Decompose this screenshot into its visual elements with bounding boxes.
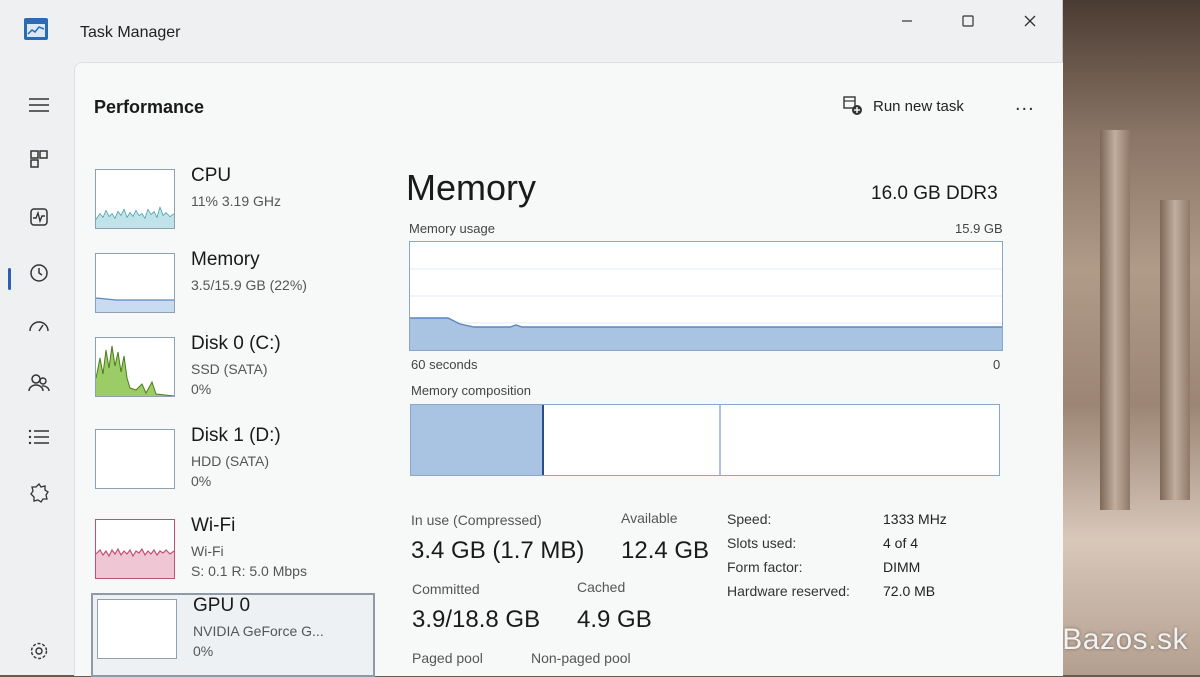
perf-item-wifi[interactable]: Wi-Fi Wi-Fi S: 0.1 R: 5.0 Mbps bbox=[91, 515, 371, 589]
navigation-rail bbox=[0, 62, 74, 675]
task-manager-app-icon bbox=[24, 18, 48, 40]
services-icon[interactable] bbox=[26, 480, 52, 506]
memory-usage-graph bbox=[409, 241, 1003, 351]
perf-item-wifi-name: Wi-Fi bbox=[191, 515, 236, 536]
close-button[interactable] bbox=[1018, 10, 1042, 32]
perf-item-disk1-name: Disk 1 (D:) bbox=[191, 425, 281, 446]
memory-usage-max: 15.9 GB bbox=[955, 221, 1003, 236]
perf-item-wifi-throughput: S: 0.1 R: 5.0 Mbps bbox=[191, 563, 307, 579]
time-axis-left: 60 seconds bbox=[411, 357, 478, 372]
spec-key-hardware-reserved: Hardware reserved: bbox=[727, 583, 850, 599]
minimize-button[interactable] bbox=[895, 10, 919, 32]
cpu-thumbnail-graph bbox=[95, 169, 175, 229]
perf-item-disk0[interactable]: Disk 0 (C:) SSD (SATA) 0% bbox=[91, 333, 371, 407]
perf-item-wifi-adapter: Wi-Fi bbox=[191, 543, 224, 559]
cached-label: Cached bbox=[577, 579, 626, 595]
page-title: Performance bbox=[94, 97, 205, 117]
memory-thumbnail-graph bbox=[95, 253, 175, 313]
perf-item-gpu0-name: GPU 0 bbox=[193, 595, 251, 616]
memory-title: Memory bbox=[406, 167, 537, 208]
spec-key-slots: Slots used: bbox=[727, 535, 797, 551]
perf-item-cpu-usage: 11% 3.19 GHz bbox=[191, 193, 282, 209]
perf-item-gpu0[interactable]: GPU 0 NVIDIA GeForce G... 0% bbox=[91, 593, 375, 677]
perf-item-gpu0-model: NVIDIA GeForce G... bbox=[193, 623, 324, 639]
perf-item-memory-usage: 3.5/15.9 GB (22%) bbox=[191, 277, 307, 293]
processes-icon[interactable] bbox=[26, 146, 52, 172]
paged-pool-label: Paged pool bbox=[412, 650, 483, 666]
perf-item-disk0-type: SSD (SATA) bbox=[191, 361, 268, 377]
run-new-task-icon bbox=[843, 96, 863, 116]
task-manager-window: Task Manager Performance Run new task ..… bbox=[0, 0, 1063, 677]
content-area: Performance Run new task ... CPU 11% 3.1… bbox=[74, 62, 1063, 677]
memory-usage-label: Memory usage bbox=[409, 221, 495, 236]
gpu0-thumbnail-graph bbox=[97, 599, 177, 659]
committed-value: 3.9/18.8 GB bbox=[412, 606, 541, 633]
perf-item-memory-name: Memory bbox=[191, 249, 260, 270]
users-icon[interactable] bbox=[26, 370, 52, 396]
perf-item-memory[interactable]: Memory 3.5/15.9 GB (22%) bbox=[91, 249, 371, 323]
perf-item-cpu-name: CPU bbox=[191, 165, 232, 186]
wifi-thumbnail-graph bbox=[95, 519, 175, 579]
non-paged-pool-label: Non-paged pool bbox=[531, 650, 631, 666]
committed-label: Committed bbox=[412, 581, 480, 597]
perf-item-disk0-usage: 0% bbox=[191, 381, 212, 397]
title-bar: Task Manager bbox=[0, 0, 1062, 62]
perf-item-disk1-usage: 0% bbox=[191, 473, 212, 489]
settings-icon[interactable] bbox=[26, 638, 52, 664]
spec-value-speed: 1333 MHz bbox=[883, 511, 947, 527]
more-options-button[interactable]: ... bbox=[1015, 93, 1035, 116]
spec-value-slots: 4 of 4 bbox=[883, 535, 919, 551]
disk0-thumbnail-graph bbox=[95, 337, 175, 397]
run-new-task-button[interactable]: Run new task bbox=[843, 96, 964, 116]
app-history-icon[interactable] bbox=[26, 260, 52, 286]
disk1-thumbnail-graph bbox=[95, 429, 175, 489]
memory-composition-label: Memory composition bbox=[411, 383, 531, 398]
spec-value-hardware-reserved: 72.0 MB bbox=[883, 583, 936, 599]
perf-item-cpu[interactable]: CPU 11% 3.19 GHz bbox=[91, 165, 371, 239]
spec-value-form-factor: DIMM bbox=[883, 559, 921, 575]
available-value: 12.4 GB bbox=[621, 537, 710, 564]
memory-total: 16.0 GB DDR3 bbox=[871, 183, 998, 204]
time-axis-right: 0 bbox=[993, 357, 1001, 372]
perf-item-disk0-name: Disk 0 (C:) bbox=[191, 333, 281, 354]
perf-item-disk1[interactable]: Disk 1 (D:) HDD (SATA) 0% bbox=[91, 425, 371, 499]
perf-item-gpu0-usage: 0% bbox=[193, 643, 214, 659]
details-icon[interactable] bbox=[26, 424, 52, 450]
pillar bbox=[1160, 200, 1190, 500]
hamburger-menu-icon[interactable] bbox=[26, 92, 52, 118]
selected-indicator bbox=[8, 268, 11, 290]
startup-apps-icon[interactable] bbox=[26, 314, 52, 340]
available-label: Available bbox=[621, 510, 678, 526]
spec-key-form-factor: Form factor: bbox=[727, 559, 803, 575]
app-title: Task Manager bbox=[80, 24, 181, 41]
performance-icon[interactable] bbox=[26, 204, 52, 230]
in-use-label: In use (Compressed) bbox=[411, 512, 542, 528]
run-new-task-label: Run new task bbox=[873, 97, 964, 115]
pillar bbox=[1100, 130, 1130, 510]
memory-composition-bar bbox=[410, 404, 1000, 476]
perf-item-disk1-type: HDD (SATA) bbox=[191, 453, 270, 469]
maximize-button[interactable] bbox=[956, 10, 980, 32]
cached-value: 4.9 GB bbox=[577, 606, 652, 633]
spec-key-speed: Speed: bbox=[727, 511, 772, 527]
background-photo: @Bazos.sk bbox=[1031, 0, 1200, 675]
in-use-value: 3.4 GB (1.7 MB) bbox=[411, 537, 585, 564]
